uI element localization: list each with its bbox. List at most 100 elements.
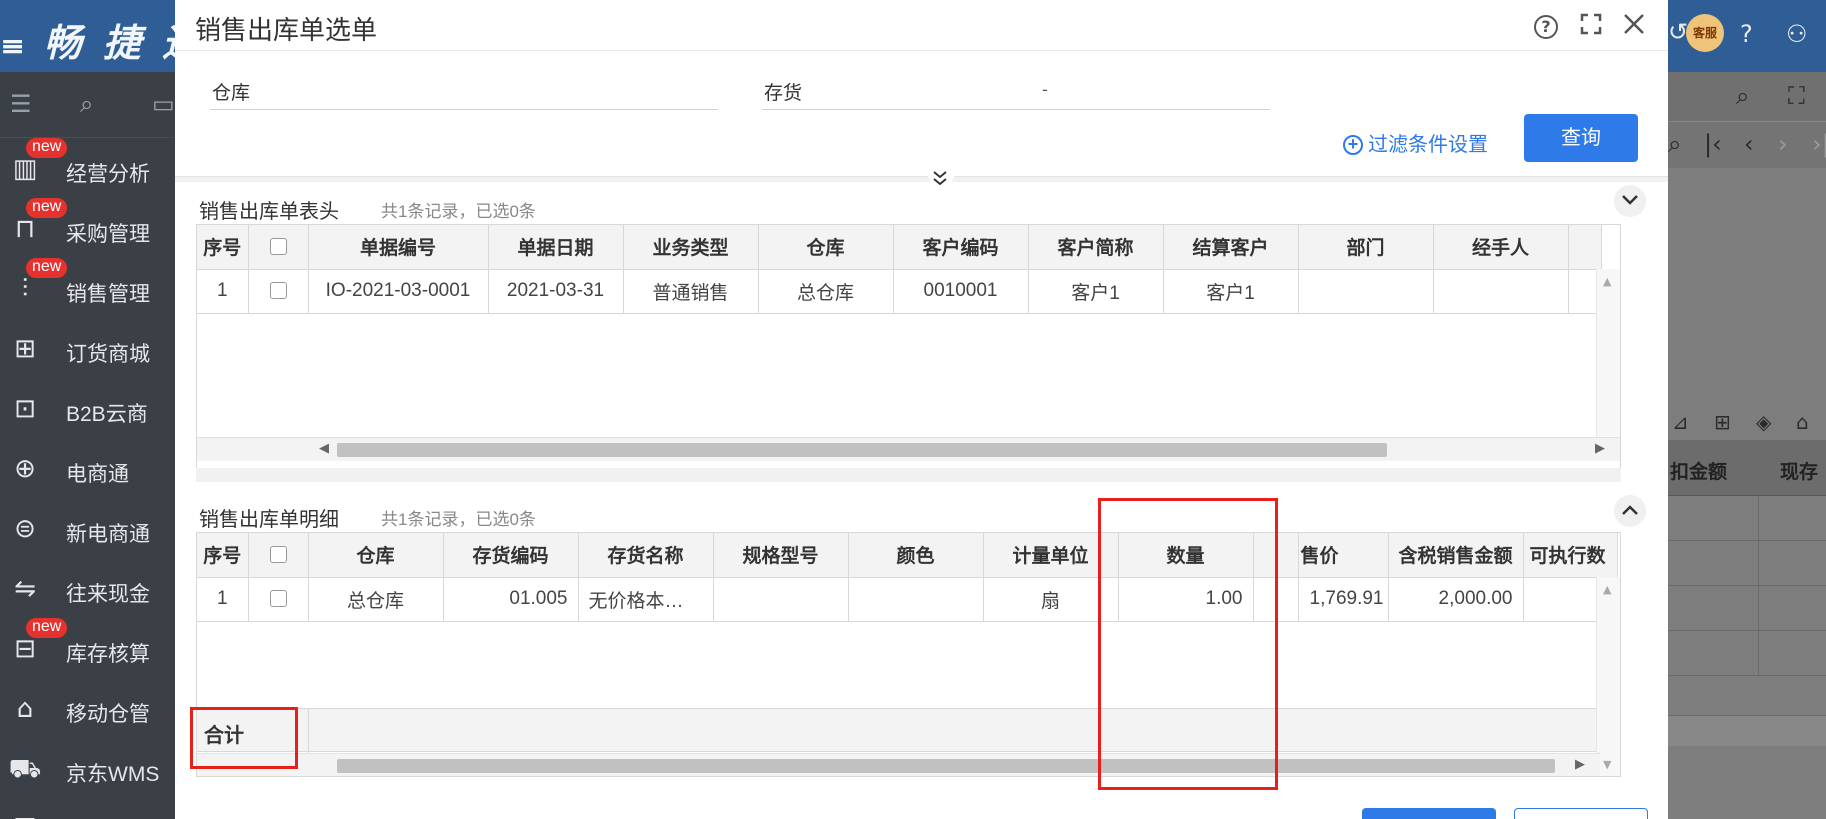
sidebar-item[interactable]: ⊜ 新电商通 xyxy=(0,498,175,558)
sidebar-item[interactable]: ⊟ 库存核算 new xyxy=(0,618,175,678)
table-row[interactable]: 1 IO-2021-03-0001 2021-03-31 普通销售 总仓库 00… xyxy=(197,269,1602,314)
sidebar-item-label: 库存核算 xyxy=(66,643,150,666)
table-row xyxy=(1668,496,1826,541)
column-header[interactable]: 经手人 xyxy=(1433,225,1569,270)
column-header[interactable]: 仓库 xyxy=(308,533,444,578)
maximize-icon[interactable] xyxy=(1575,8,1607,40)
detail-grid-vscrollbar[interactable]: ▲ ▼ xyxy=(1596,577,1620,776)
close-icon[interactable] xyxy=(1618,8,1650,40)
filter-settings-label: 过滤条件设置 xyxy=(1368,134,1488,156)
column-header[interactable]: 存货编码 xyxy=(443,533,579,578)
header-grid-hscrollbar[interactable]: ◀ ▶ xyxy=(197,437,1620,461)
sidebar-item[interactable]: ⊞ 订货商城 xyxy=(0,318,175,378)
quantity-cell[interactable]: 1.00 xyxy=(1118,577,1254,622)
right-pager: ⌕ |‹ ‹ › ›| xyxy=(1668,122,1826,168)
column-header[interactable]: 仓库 xyxy=(758,225,894,270)
menu-icon[interactable]: ☰ xyxy=(10,90,32,118)
scroll-thumb[interactable] xyxy=(337,443,1387,457)
column-header[interactable]: 单据日期 xyxy=(488,225,624,270)
color-cell xyxy=(848,577,984,622)
top-bar-right: ↺ 客服 ? ⚇ xyxy=(1668,0,1826,72)
column-header[interactable]: 单据编号 xyxy=(308,225,489,270)
item-name-cell: 无价格本… xyxy=(578,577,714,622)
sidebar-item[interactable]: ☰微信营销 xyxy=(0,798,175,819)
search-icon[interactable]: ⌕ xyxy=(1736,82,1749,110)
right-toolbar: ⌕ ⛶ xyxy=(1668,72,1826,122)
background-table: 扣金额 现存 xyxy=(1668,440,1826,746)
column-header-qty[interactable]: 数量 xyxy=(1118,533,1254,578)
window-icon[interactable]: ▭ xyxy=(152,90,175,118)
user-icon[interactable]: ⚇ xyxy=(1786,20,1808,48)
help-icon[interactable]: ? xyxy=(1740,20,1753,48)
next-page-icon[interactable]: › xyxy=(1778,130,1788,158)
chart-edit-icon[interactable]: ⊿ xyxy=(1672,410,1689,434)
store-icon: ⊞ xyxy=(14,334,36,364)
doc-no-cell: IO-2021-03-0001 xyxy=(308,269,489,314)
help-icon[interactable]: ? xyxy=(1530,8,1562,40)
column-header[interactable]: 存货名称 xyxy=(578,533,714,578)
filter-settings-link[interactable]: + 过滤条件设置 xyxy=(1343,128,1488,157)
column-header[interactable]: 序号 xyxy=(197,225,249,270)
column-header[interactable]: 客户简称 xyxy=(1028,225,1164,270)
select-all-checkbox[interactable] xyxy=(248,225,309,270)
last-page-icon[interactable]: ›| xyxy=(1812,130,1826,158)
column-header[interactable]: 序号 xyxy=(197,533,249,578)
stock-filter-label: 存货 xyxy=(764,83,803,104)
column-header[interactable]: 含税销售金额 xyxy=(1388,533,1524,578)
column-header[interactable]: 颜色 xyxy=(848,533,984,578)
column-header[interactable]: 可执行数 xyxy=(1523,533,1618,578)
chevron-down-icon[interactable] xyxy=(1614,185,1646,217)
expand-icon[interactable]: ⛶ xyxy=(1788,82,1805,110)
confirm-button[interactable] xyxy=(1362,808,1496,819)
sidebar-item[interactable]: ⊡ B2B云商 xyxy=(0,378,175,438)
column-header[interactable]: 结算客户 xyxy=(1163,225,1299,270)
header-grid-vscrollbar[interactable]: ▲▼ xyxy=(1596,269,1620,459)
column-header: 现存 xyxy=(1780,462,1819,483)
locate-icon[interactable]: ⌕ xyxy=(1668,130,1681,158)
first-page-icon[interactable]: |‹ xyxy=(1704,130,1722,158)
column-header[interactable]: 业务类型 xyxy=(623,225,759,270)
column-header[interactable]: 部门 xyxy=(1298,225,1434,270)
column-header[interactable]: 售价 xyxy=(1298,533,1389,578)
cancel-button[interactable] xyxy=(1514,808,1648,819)
table-row xyxy=(1668,631,1826,676)
detail-grid-hscrollbar[interactable]: ▶ xyxy=(197,753,1600,776)
column-header[interactable]: 客户编码 xyxy=(893,225,1029,270)
chevron-double-down-icon[interactable] xyxy=(931,170,949,193)
grid-gap xyxy=(196,468,1621,482)
sidebar-item[interactable]: ⇋ 往来现金 xyxy=(0,558,175,618)
column-header[interactable]: 规格型号 xyxy=(713,533,849,578)
amount-with-tax-cell: 2,000.00 xyxy=(1388,577,1524,622)
sidebar-item[interactable]: ⊕ 电商通 xyxy=(0,438,175,498)
sidebar-item-label: 京东WMS xyxy=(66,763,160,786)
search-doc-icon[interactable]: ⌕ xyxy=(80,90,93,118)
background-table-header: 扣金额 现存 xyxy=(1668,440,1826,496)
split-icon[interactable]: ⊞ xyxy=(1714,410,1731,434)
ecommerce-icon: ⊕ xyxy=(14,454,36,484)
chevron-up-icon[interactable] xyxy=(1614,495,1646,527)
column-header[interactable]: 计量单位 xyxy=(983,533,1119,578)
sidebar: ☰ ⌕ ▭ ▥ 经营分析 new ⊓ 采购管理 new ⫶ 销售管理 new ⊞ 订货商城 ⊡ B2B云… xyxy=(0,72,175,819)
tag-icon[interactable]: ◈ xyxy=(1756,410,1771,434)
select-all-checkbox[interactable] xyxy=(248,533,309,578)
sidebar-item[interactable]: ⊓ 采购管理 new xyxy=(0,198,175,258)
sidebar-item[interactable]: ⫶ 销售管理 new xyxy=(0,258,175,318)
sidebar-item[interactable]: ▥ 经营分析 new xyxy=(0,138,175,198)
query-button[interactable]: 查询 xyxy=(1524,114,1638,162)
table-row[interactable]: 1 总仓库 01.005 无价格本… 扇 1.00 1,769.91 2,000… xyxy=(197,577,1618,622)
row-checkbox[interactable] xyxy=(248,269,309,314)
customer-service-badge[interactable]: 客服 xyxy=(1686,14,1724,52)
scroll-thumb[interactable] xyxy=(337,759,1555,773)
sidebar-item-label: B2B云商 xyxy=(66,403,148,426)
sidebar-item[interactable]: ⌂ 移动仓管 xyxy=(0,678,175,738)
warehouse-cell: 总仓库 xyxy=(758,269,894,314)
sidebar-item[interactable]: ⛟ 京东WMS xyxy=(0,738,175,798)
stock-filter-field[interactable]: 存货 - xyxy=(762,76,1270,110)
warehouse-filter-field[interactable]: 仓库 xyxy=(210,76,718,110)
row-checkbox[interactable] xyxy=(248,577,309,622)
unit-cell: 扇 xyxy=(983,577,1119,622)
prev-page-icon[interactable]: ‹ xyxy=(1744,130,1754,158)
warehouse-cell: 总仓库 xyxy=(308,577,444,622)
plus-circle-icon: + xyxy=(1343,135,1363,155)
building-icon[interactable]: ⌂ xyxy=(1796,410,1809,434)
